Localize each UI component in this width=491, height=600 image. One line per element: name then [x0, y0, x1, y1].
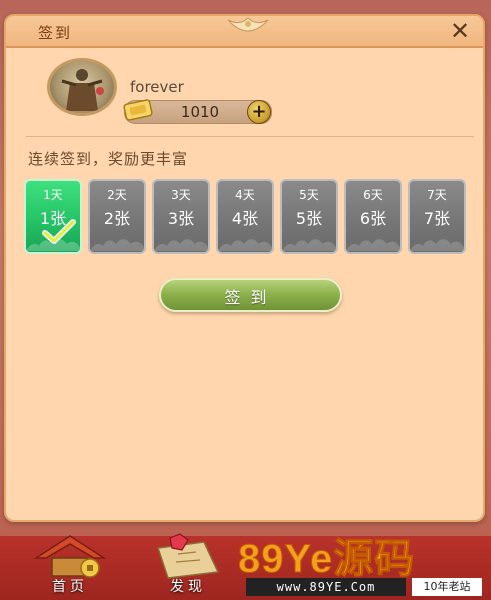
day-card-3[interactable]: 3天 3张	[152, 179, 210, 254]
day-card-7[interactable]: 7天 7张	[408, 179, 466, 254]
pagoda-roof-icon	[33, 535, 107, 578]
cloud-pattern-icon	[282, 239, 336, 252]
day-label: 5天	[299, 188, 319, 202]
title-ornament-icon	[227, 17, 269, 32]
signin-subtitle: 连续签到，奖励更丰富	[28, 150, 189, 168]
day-card-2[interactable]: 2天 2张	[88, 179, 146, 254]
close-button[interactable]: ✕	[447, 18, 473, 44]
day-reward: 7张	[423, 209, 451, 228]
divider	[26, 136, 474, 137]
cloud-pattern-icon	[218, 239, 272, 252]
day-reward: 6张	[359, 209, 387, 228]
day-label: 1天	[43, 188, 63, 202]
day-card-4[interactable]: 4天 4张	[216, 179, 274, 254]
checkmark-icon	[42, 219, 76, 244]
title-bar: 签到 ✕	[6, 16, 483, 48]
coin-balance: 1010 +	[123, 99, 272, 124]
avatar	[47, 58, 117, 116]
nav-discover-button[interactable]: 发现	[148, 532, 228, 600]
signin-button-label: 签到	[224, 288, 277, 307]
nav-home-label: 首页	[52, 579, 88, 595]
day-reward: 3张	[167, 209, 195, 228]
character-portrait-icon	[61, 69, 104, 111]
cloud-pattern-icon	[154, 239, 208, 252]
day-card-6[interactable]: 6天 6张	[344, 179, 402, 254]
nav-discover-label: 发现	[170, 579, 206, 595]
username: forever	[130, 78, 184, 96]
coin-value: 1010	[180, 103, 220, 121]
day-reward: 2张	[103, 209, 131, 228]
nav-home-button[interactable]: 首页	[30, 528, 110, 600]
signin-button[interactable]: 签到	[159, 278, 342, 312]
watermark-url: www.89YE.Com	[246, 578, 406, 596]
watermark-logo: 89Ye源码	[237, 537, 416, 582]
watermark-tag: 10年老站	[412, 578, 482, 596]
day-label: 2天	[107, 188, 127, 202]
watermark: 89Ye源码 www.89YE.Com 10年老站	[236, 526, 488, 600]
day-card-5[interactable]: 5天 5张	[280, 179, 338, 254]
map-gem-icon	[157, 533, 220, 579]
day-reward: 5张	[295, 209, 323, 228]
cloud-pattern-icon	[346, 239, 400, 252]
day-reward: 4张	[231, 209, 259, 228]
day-label: 3天	[171, 188, 191, 202]
cloud-pattern-icon	[410, 239, 464, 252]
day-label: 4天	[235, 188, 255, 202]
day-label: 7天	[427, 188, 447, 202]
day-card-1[interactable]: 1天 1张	[24, 179, 82, 254]
gold-ticket-icon	[123, 99, 153, 121]
day-label: 6天	[363, 188, 383, 202]
cloud-pattern-icon	[90, 239, 144, 252]
dialog-title: 签到	[38, 24, 73, 42]
signin-dialog: 签到 ✕ forever 1010 + 连续签到，奖励更丰富 1天 1张 2天 …	[4, 14, 485, 522]
add-coins-button[interactable]: +	[247, 100, 271, 124]
